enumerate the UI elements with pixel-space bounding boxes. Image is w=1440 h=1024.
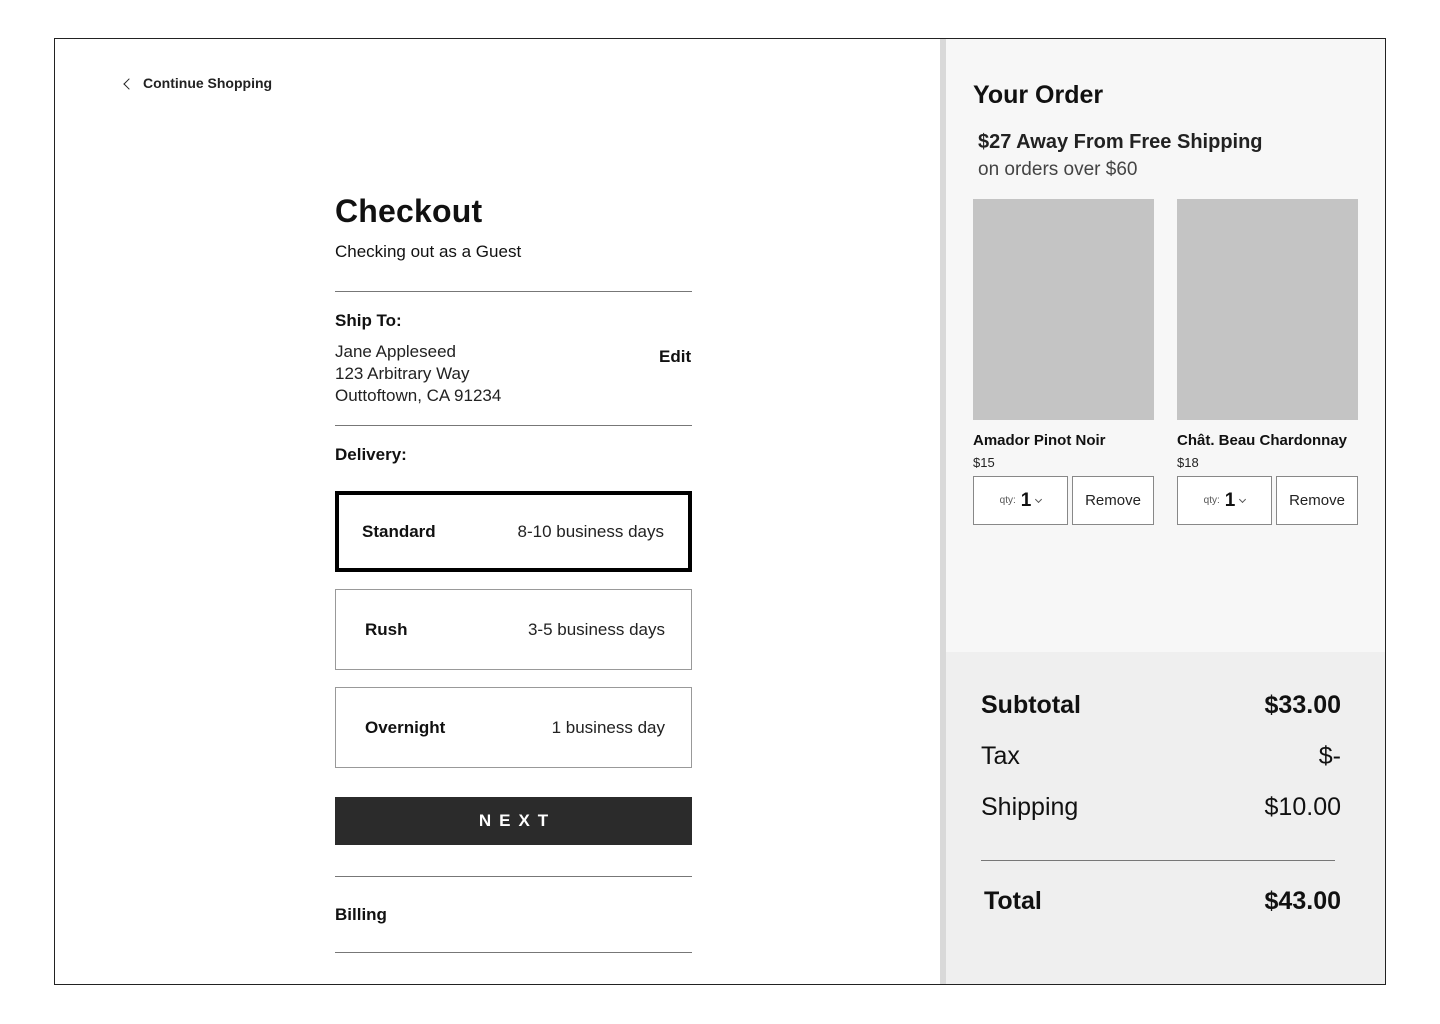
checkout-page: Continue Shopping Checkout Checking out … xyxy=(54,38,1386,985)
delivery-option-name: Overnight xyxy=(365,717,446,737)
tax-label: Tax xyxy=(981,742,1020,770)
quantity-select[interactable]: qty: 1 xyxy=(973,476,1068,525)
guest-subtitle: Checking out as a Guest xyxy=(335,242,522,261)
continue-shopping-link[interactable]: Continue Shopping xyxy=(123,75,273,91)
remove-button[interactable]: Remove xyxy=(1276,476,1358,525)
free-shipping-promo: $27 Away From Free Shipping xyxy=(978,131,1263,153)
qty-value: 1 xyxy=(1224,489,1236,511)
quantity-select[interactable]: qty: 1 xyxy=(1177,476,1272,525)
section-divider xyxy=(335,425,692,426)
shipping-value: $10.00 xyxy=(1264,793,1341,821)
remove-button[interactable]: Remove xyxy=(1072,476,1154,525)
product-image xyxy=(973,199,1154,420)
totals-divider xyxy=(981,860,1335,861)
shipping-label: Shipping xyxy=(981,793,1079,821)
tax-value: $- xyxy=(1318,742,1341,770)
delivery-option-time: 1 business day xyxy=(551,717,665,737)
ship-to-label: Ship To: xyxy=(335,311,402,330)
shipping-row: Shipping $10.00 xyxy=(981,793,1341,822)
free-shipping-threshold: on orders over $60 xyxy=(978,159,1138,180)
total-label: Total xyxy=(984,887,1042,915)
product-price: $15 xyxy=(973,455,995,470)
cart-item: Amador Pinot Noir $15 qty: 1 Remove xyxy=(973,199,1154,525)
product-controls: qty: 1 Remove xyxy=(973,476,1154,525)
total-value: $43.00 xyxy=(1264,887,1341,915)
edit-address-link[interactable]: Edit xyxy=(659,347,691,367)
delivery-option-rush[interactable]: Rush 3-5 business days xyxy=(335,589,692,670)
section-divider xyxy=(335,952,692,953)
chevron-down-icon xyxy=(1239,495,1247,503)
chevron-down-icon xyxy=(1035,495,1043,503)
address-name: Jane Appleseed xyxy=(335,342,456,361)
delivery-option-name: Rush xyxy=(365,619,408,639)
page-title: Checkout xyxy=(335,193,483,229)
section-divider xyxy=(335,876,692,877)
delivery-label: Delivery: xyxy=(335,445,407,464)
product-price: $18 xyxy=(1177,455,1199,470)
delivery-option-name: Standard xyxy=(362,521,436,541)
delivery-option-time: 3-5 business days xyxy=(527,619,665,639)
delivery-option-time: 8-10 business days xyxy=(517,521,664,541)
product-controls: qty: 1 Remove xyxy=(1177,476,1358,525)
tax-row: Tax $- xyxy=(981,742,1341,771)
continue-shopping-label: Continue Shopping xyxy=(143,75,273,91)
qty-label: qty: xyxy=(999,495,1016,506)
checkout-header: Checkout Checking out as a Guest xyxy=(335,193,692,262)
subtotal-label: Subtotal xyxy=(981,691,1081,719)
section-divider xyxy=(335,291,692,292)
total-row: Total $43.00 xyxy=(984,887,1341,916)
qty-label: qty: xyxy=(1203,495,1220,506)
shipping-address: Jane Appleseed 123 Arbitrary Way Outtoft… xyxy=(335,341,501,407)
subtotal-value: $33.00 xyxy=(1264,691,1341,719)
qty-value: 1 xyxy=(1020,489,1032,511)
delivery-option-overnight[interactable]: Overnight 1 business day xyxy=(335,687,692,768)
subtotal-row: Subtotal $33.00 xyxy=(981,691,1341,720)
billing-section-label[interactable]: Billing xyxy=(335,905,387,925)
address-city: Outtoftown, CA 91234 xyxy=(335,386,502,405)
product-name: Amador Pinot Noir xyxy=(973,432,1106,449)
product-image xyxy=(1177,199,1358,420)
address-street: 123 Arbitrary Way xyxy=(335,364,470,383)
order-title: Your Order xyxy=(973,81,1104,109)
next-button[interactable]: NEXT xyxy=(335,797,692,845)
chevron-left-icon xyxy=(123,77,135,90)
delivery-option-standard[interactable]: Standard 8-10 business days xyxy=(335,491,692,572)
product-name: Chât. Beau Chardonnay xyxy=(1177,432,1348,449)
cart-item: Chât. Beau Chardonnay $18 qty: 1 Remove xyxy=(1177,199,1358,525)
